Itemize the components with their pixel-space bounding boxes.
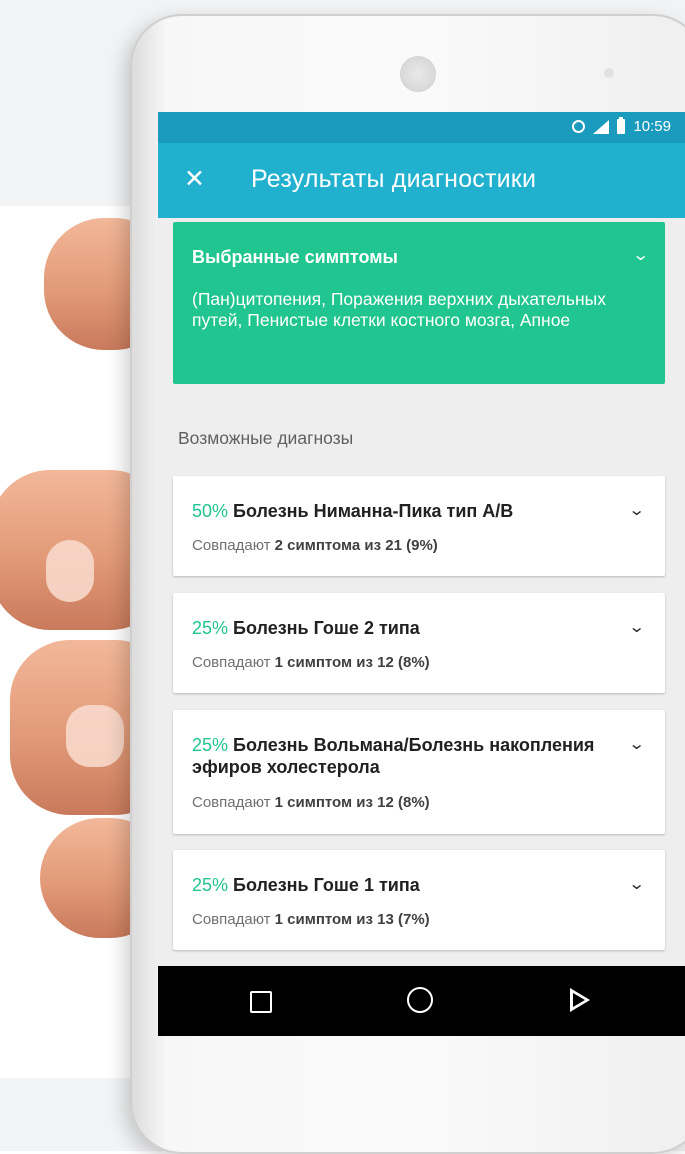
alarm-icon (572, 120, 586, 133)
battery-icon (617, 117, 626, 134)
match-prefix: Совпадают (192, 794, 271, 811)
diagnosis-match: Совпадают 1 симптом из 13 (7%) (192, 911, 430, 928)
diagnosis-name: 25% Болезнь Гоше 2 типа (192, 617, 602, 639)
diagnosis-match: Совпадают 1 симптом из 12 (8%) (192, 794, 430, 811)
diagnosis-percent: 25% (192, 735, 229, 755)
match-detail: 1 симптом из 13 (7%) (274, 911, 430, 928)
close-icon[interactable]: ✕ (184, 167, 205, 192)
sensor-icon (604, 68, 614, 78)
diagnosis-title: Болезнь Гоше 2 типа (233, 618, 420, 638)
back-icon[interactable] (570, 988, 590, 1012)
chevron-down-icon[interactable]: ⌄ (628, 500, 645, 520)
diagnosis-name: 50% Болезнь Ниманна-Пика тип A/B (192, 500, 602, 522)
diagnosis-title: Болезнь Ниманна-Пика тип A/B (233, 501, 514, 521)
match-prefix: Совпадают (192, 911, 271, 928)
diagnosis-card[interactable]: 25% Болезнь Вольмана/Болезнь накопления … (173, 710, 665, 834)
status-time: 10:59 (633, 118, 671, 135)
page-title: Результаты диагностики (251, 165, 537, 193)
diagnosis-percent: 50% (192, 501, 229, 521)
selected-symptoms-card[interactable]: Выбранные симптомы ⌄ (Пан)цитопения, Пор… (173, 222, 665, 384)
diagnosis-name: 25% Болезнь Гоше 1 типа (192, 874, 602, 896)
match-detail: 2 симптома из 21 (9%) (274, 537, 438, 554)
chevron-down-icon[interactable]: ⌄ (632, 245, 649, 265)
match-prefix: Совпадают (192, 537, 271, 554)
diagnosis-title: Болезнь Гоше 1 типа (233, 875, 420, 895)
status-bar: 10:59 (158, 112, 685, 143)
signal-icon (593, 119, 610, 134)
section-title: Возможные диагнозы (178, 428, 354, 448)
diagnosis-match: Совпадают 1 симптом из 12 (8%) (192, 654, 430, 671)
match-detail: 1 симптом из 12 (8%) (274, 654, 430, 671)
speaker-icon (400, 56, 436, 92)
symptoms-card-title: Выбранные симптомы (192, 247, 398, 267)
diagnosis-title: Болезнь Вольмана/Болезнь накопления эфир… (192, 735, 595, 777)
navigation-bar (158, 966, 685, 1036)
chevron-down-icon[interactable]: ⌄ (628, 874, 645, 894)
recent-apps-icon[interactable] (250, 991, 272, 1013)
diagnosis-card[interactable]: 50% Болезнь Ниманна-Пика тип A/B ⌄ Совпа… (173, 476, 665, 576)
diagnosis-card[interactable]: 25% Болезнь Гоше 2 типа ⌄ Совпадают 1 си… (173, 593, 665, 693)
diagnosis-percent: 25% (192, 875, 229, 895)
chevron-down-icon[interactable]: ⌄ (628, 617, 645, 637)
diagnosis-name: 25% Болезнь Вольмана/Болезнь накопления … (192, 734, 602, 778)
home-icon[interactable] (407, 987, 433, 1013)
hand-nail-2 (46, 540, 94, 602)
phone-screen: 10:59 ✕ Результаты диагностики Выбранные… (158, 112, 685, 1036)
diagnosis-percent: 25% (192, 618, 229, 638)
symptoms-list-text: (Пан)цитопения, Поражения верхних дыхате… (192, 289, 606, 330)
diagnosis-match: Совпадают 2 симптома из 21 (9%) (192, 537, 438, 554)
hand-nail-3 (66, 705, 124, 767)
diagnosis-card[interactable]: 25% Болезнь Гоше 1 типа ⌄ Совпадают 1 си… (173, 850, 665, 950)
app-bar: ✕ Результаты диагностики (158, 143, 685, 218)
match-detail: 1 симптом из 12 (8%) (274, 794, 430, 811)
match-prefix: Совпадают (192, 654, 271, 671)
chevron-down-icon[interactable]: ⌄ (628, 734, 645, 754)
